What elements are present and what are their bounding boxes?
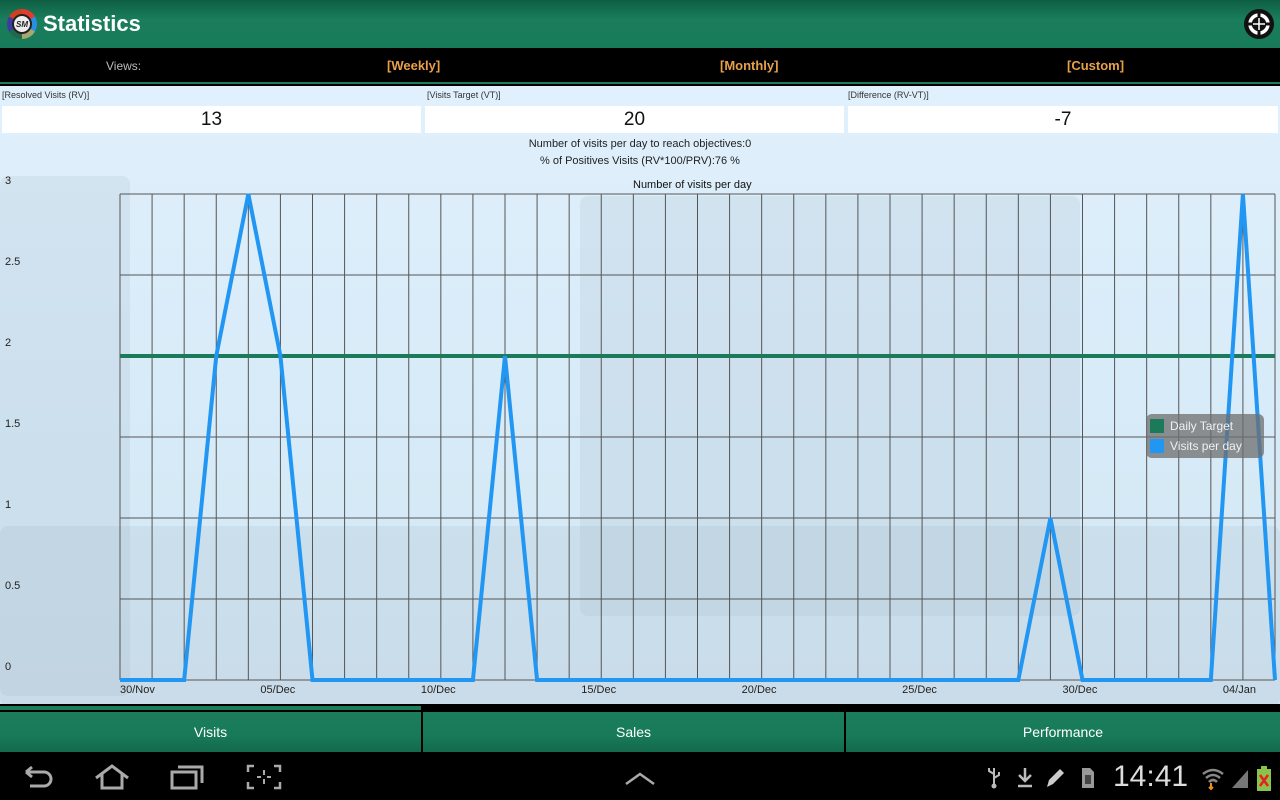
y-tick-label: 0.5 [5, 580, 21, 592]
selected-tab-indicator [0, 706, 421, 710]
action-bar: SM Statistics [0, 0, 1280, 48]
system-nav-bar: 14:41 [0, 754, 1280, 800]
sd-card-icon [1082, 768, 1094, 788]
download-icon [1018, 768, 1032, 788]
y-tick-label: 2 [5, 337, 12, 349]
views-label: Views: [106, 59, 142, 73]
page-title: Statistics [43, 11, 141, 36]
signal-icon [1232, 770, 1248, 788]
chart-title: Number of visits per day [633, 179, 752, 191]
chevron-up-icon[interactable] [620, 762, 660, 792]
screenshot-icon[interactable] [244, 762, 284, 792]
app-logo-icon[interactable]: SM [7, 9, 37, 39]
y-tick-label: 1.5 [5, 418, 21, 430]
x-tick-label: 10/Dec [420, 684, 456, 696]
legend-item-visits-per-day: Visits per day [1150, 439, 1242, 453]
views-bar: Views: [Weekly] [Monthly] [Custom] [0, 48, 1280, 84]
y-tick-label: 0 [5, 661, 12, 673]
status-clock: 14:41 [1113, 760, 1189, 793]
legend-label: Visits per day [1170, 439, 1242, 453]
x-tick-label: 20/Dec [741, 684, 777, 696]
battery-icon [1257, 766, 1271, 791]
view-tab-custom[interactable]: [Custom] [1067, 58, 1124, 73]
x-tick-label: 05/Dec [260, 684, 296, 696]
statistics-content: [Resolved Visits (RV)] 13 [Visits Target… [0, 86, 1280, 704]
legend-item-daily-target: Daily Target [1150, 419, 1233, 433]
recent-apps-icon[interactable] [167, 762, 207, 792]
x-tick-label: 30/Nov [120, 684, 155, 696]
x-tick-label: 15/Dec [581, 684, 617, 696]
view-tab-monthly[interactable]: [Monthly] [720, 58, 778, 73]
back-icon[interactable] [18, 762, 58, 792]
legend-swatch [1150, 439, 1164, 453]
app-logo-text: SM [12, 14, 32, 34]
legend-swatch [1150, 419, 1164, 433]
legend-label: Daily Target [1170, 419, 1234, 433]
x-tick-label: 04/Jan [1222, 684, 1256, 696]
view-tab-weekly[interactable]: [Weekly] [387, 58, 440, 73]
crosshair-target-icon[interactable] [1244, 9, 1274, 39]
x-tick-label: 25/Dec [902, 684, 937, 696]
tab-sales[interactable]: Sales [423, 712, 844, 752]
tab-visits[interactable]: Visits [0, 712, 421, 752]
home-icon[interactable] [92, 762, 132, 792]
wifi-icon [1202, 768, 1224, 790]
usb-icon [988, 768, 1000, 789]
y-tick-label: 3 [5, 175, 12, 187]
y-tick-label: 2.5 [5, 256, 21, 268]
pen-icon [1047, 769, 1064, 787]
y-tick-label: 1 [5, 499, 12, 511]
chart-legend: Daily Target Visits per day [1146, 414, 1264, 458]
x-tick-label: 30/Dec [1062, 684, 1098, 696]
tab-performance[interactable]: Performance [846, 712, 1280, 752]
bottom-tab-bar: Visits Sales Performance [0, 704, 1280, 754]
app-root: SM Statistics Views: [Weekly] [Monthly] … [0, 0, 1280, 800]
